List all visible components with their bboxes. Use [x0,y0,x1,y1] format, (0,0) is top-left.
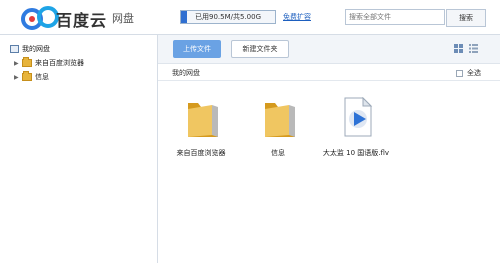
folder-icon [22,71,32,81]
breadcrumb[interactable]: 我的网盘 [172,68,200,78]
folder-icon [22,57,32,67]
folder-icon [188,103,218,137]
upload-button[interactable]: 上传文件 [173,40,221,58]
file-name: 来自百度浏览器 [176,149,226,157]
expand-arrow-icon[interactable]: ▶ [14,60,22,67]
toolbar: 上传文件 新建文件夹 [158,35,500,64]
logo-subtitle: 网盘 [112,12,134,25]
grid-view-icon[interactable] [454,44,463,53]
storage-quota-bar: 已用90.5M/共5.00G [180,10,276,24]
video-file-icon [344,97,373,137]
folder-icon [265,103,295,137]
free-upgrade-link[interactable]: 免费扩容 [283,12,311,22]
select-all-checkbox[interactable] [456,69,463,77]
search-input[interactable] [346,10,444,24]
file-name: 大太监 10 国语版.flv [322,149,390,157]
tree-root-label: 我的网盘 [22,45,50,53]
file-browser-main: 上传文件 新建文件夹 我的网盘 全选 来自百度浏览器 信息 大太监 10 国语版… [158,35,500,263]
file-tile[interactable]: 信息 [243,97,313,172]
select-all-label: 全选 [467,69,481,77]
tree-item-label: 来自百度浏览器 [35,59,84,67]
breadcrumb-bar: 我的网盘 全选 [158,64,500,81]
folder-tree-sidebar: 我的网盘 ▶ 来自百度浏览器 ▶ 信息 [0,35,158,263]
storage-quota-text: 已用90.5M/共5.00G [195,13,261,21]
tree-item-from-browser[interactable]: ▶ 来自百度浏览器 [14,57,84,69]
tree-item-label: 信息 [35,73,49,81]
file-tile[interactable]: 来自百度浏览器 [166,97,236,172]
new-folder-button[interactable]: 新建文件夹 [231,40,289,58]
logo-text: 百度云 [56,11,108,30]
file-tile[interactable]: 大太监 10 国语版.flv [321,97,391,172]
tree-item-info[interactable]: ▶ 信息 [14,71,49,83]
search-button[interactable]: 搜索 [446,9,486,27]
search-box [345,9,445,25]
disk-icon [10,45,19,53]
select-all-toggle[interactable]: 全选 [456,68,481,78]
storage-quota-fill [181,11,187,23]
tree-root-my-disk[interactable]: 我的网盘 [10,43,50,55]
file-name: 信息 [271,149,285,157]
expand-arrow-icon[interactable]: ▶ [14,74,22,81]
top-bar: 百度云 网盘 已用90.5M/共5.00G 免费扩容 搜索 [0,0,500,35]
list-view-icon[interactable] [469,44,478,53]
